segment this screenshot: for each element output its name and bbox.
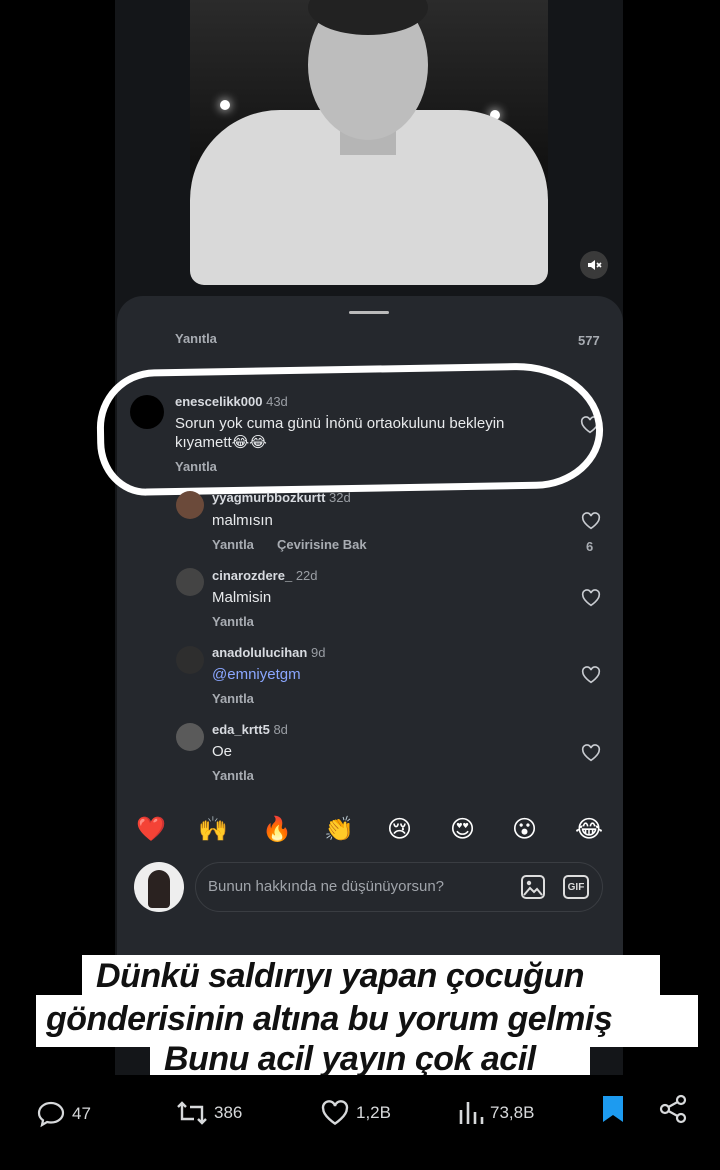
avatar [134, 862, 184, 912]
reply-button[interactable]: 47 [36, 1100, 91, 1128]
timestamp: 8d [273, 722, 288, 737]
reply-link[interactable]: Yanıtla [212, 614, 254, 629]
caption-line: Dünkü saldırıyı yapan çocuğun [96, 957, 585, 995]
views-button[interactable]: 73,8B [458, 1100, 534, 1126]
timestamp: 32d [329, 490, 351, 505]
comment-input-placeholder: Bunun hakkında ne düşünüyorsun? [208, 878, 445, 895]
username: eda_krtt5 [212, 722, 270, 737]
heart-icon[interactable] [581, 512, 601, 530]
avatar-figure [148, 870, 170, 908]
comment-username[interactable]: anadolulucihan 9d [212, 645, 325, 660]
bookmark-button[interactable] [601, 1094, 625, 1129]
reply-link[interactable]: Yanıtla [212, 691, 254, 706]
like-button[interactable]: 1,2B [320, 1100, 391, 1126]
heart-icon[interactable] [581, 666, 601, 684]
avatar[interactable] [176, 568, 204, 596]
image-icon[interactable] [520, 874, 546, 900]
views-count: 73,8B [490, 1103, 535, 1122]
username: cinarozdere_ [212, 568, 293, 583]
reaction-emoji[interactable]: 🔥 [262, 815, 292, 844]
reaction-emoji[interactable]: 😢 [387, 815, 412, 844]
mention-link[interactable]: @emniyetgm [212, 666, 301, 683]
username: anadolulucihan [212, 645, 308, 660]
retweet-icon [177, 1101, 207, 1125]
username: yyagmurbbozkurtt [212, 490, 326, 505]
bookmark-icon [603, 1096, 623, 1122]
heart-icon[interactable] [581, 744, 601, 762]
share-button[interactable] [658, 1094, 688, 1129]
comment-text: Oe [212, 743, 233, 760]
gif-button[interactable]: GIF [563, 875, 589, 899]
like-count: 6 [586, 539, 594, 554]
video-player[interactable] [190, 0, 548, 285]
timestamp: 22d [295, 568, 318, 583]
avatar[interactable] [176, 723, 204, 751]
avatar[interactable] [176, 646, 204, 674]
reaction-emoji[interactable]: 👏 [324, 815, 354, 844]
reaction-emoji[interactable]: 😍 [450, 815, 475, 844]
heart-icon[interactable] [581, 589, 601, 607]
comment-text: malmısın [212, 512, 273, 529]
comment-username[interactable]: cinarozdere_ 22d [212, 568, 318, 583]
translate-link[interactable]: Çevirisine Bak [277, 537, 367, 552]
reply-icon [37, 1101, 65, 1128]
comment-username[interactable]: yyagmurbbozkurtt 32d [212, 490, 351, 505]
caption-line: gönderisinin altına bu yorum gelmiş [46, 1000, 613, 1038]
sheet-drag-handle[interactable] [349, 311, 389, 314]
reply-link[interactable]: Yanıtla [212, 537, 254, 552]
like-count: 1,2B [356, 1103, 391, 1122]
retweet-count: 386 [214, 1103, 243, 1122]
share-icon [659, 1094, 687, 1124]
top-reply-link[interactable]: Yanıtla [175, 331, 217, 346]
comment-text: Malmisin [212, 589, 272, 606]
heart-icon [321, 1100, 349, 1126]
speaker-muted-icon [588, 260, 602, 270]
reply-count: 47 [72, 1104, 91, 1123]
reaction-emoji[interactable]: ❤️ [136, 815, 166, 844]
analytics-icon [459, 1102, 484, 1124]
caption-line: Bunu acil yayın çok acil [164, 1040, 536, 1078]
top-like-count: 577 [578, 333, 600, 348]
reaction-emoji[interactable]: 😂 [575, 815, 603, 844]
reaction-emoji[interactable]: 🙌 [198, 815, 228, 844]
retweet-button[interactable]: 386 [176, 1100, 242, 1126]
reaction-emoji[interactable]: 😮 [512, 815, 537, 844]
mute-button[interactable] [580, 251, 608, 279]
reply-link[interactable]: Yanıtla [212, 768, 254, 783]
highlight-circle-annotation [95, 361, 605, 497]
avatar[interactable] [176, 491, 204, 519]
background-light [220, 100, 230, 110]
timestamp: 9d [310, 645, 326, 660]
comment-username[interactable]: eda_krtt5 8d [212, 722, 288, 737]
